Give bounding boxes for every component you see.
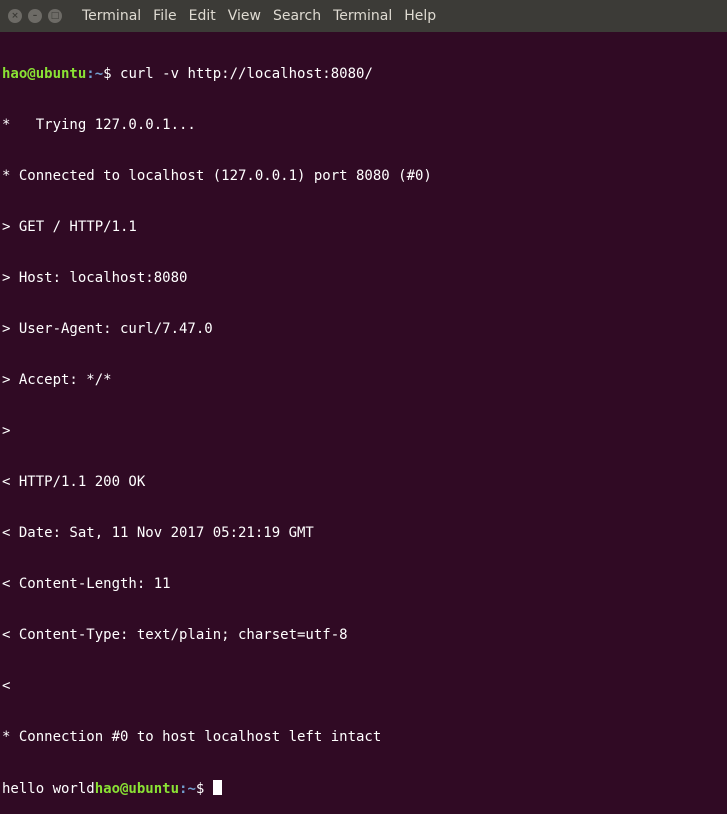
app-title-menu[interactable]: Terminal	[78, 8, 145, 24]
terminal-area[interactable]: hao@ubuntu:~$ curl -v http://localhost:8…	[0, 32, 727, 814]
menu-bar: Terminal File Edit View Search Terminal …	[78, 8, 444, 24]
output-line: > Accept: */*	[2, 372, 112, 388]
menu-search[interactable]: Search	[269, 8, 325, 24]
menu-help[interactable]: Help	[400, 8, 440, 24]
menu-edit[interactable]: Edit	[185, 8, 220, 24]
program-output: hello world	[2, 781, 95, 797]
output-line: < HTTP/1.1 200 OK	[2, 474, 146, 490]
prompt-path: :~	[179, 781, 196, 797]
menu-terminal[interactable]: Terminal	[329, 8, 396, 24]
output-line: >	[2, 423, 11, 439]
current-prompt-line: hello worldhao@ubuntu:~$	[2, 780, 727, 797]
output-line: * Connected to localhost (127.0.0.1) por…	[2, 168, 432, 184]
output-line: * Trying 127.0.0.1...	[2, 117, 196, 133]
prompt-symbol: $	[103, 66, 121, 82]
prompt-user: hao@ubuntu	[2, 66, 87, 82]
close-window-button[interactable]: ×	[8, 9, 22, 23]
menu-file[interactable]: File	[149, 8, 180, 24]
maximize-window-button[interactable]: □	[48, 9, 62, 23]
window-controls: × – □	[0, 9, 78, 23]
title-bar: × – □ Terminal File Edit View Search Ter…	[0, 0, 727, 32]
menu-view[interactable]: View	[224, 8, 265, 24]
output-line: < Content-Type: text/plain; charset=utf-…	[2, 627, 348, 643]
command-line: hao@ubuntu:~$ curl -v http://localhost:8…	[2, 66, 727, 83]
output-line: < Content-Length: 11	[2, 576, 171, 592]
output-line: > Host: localhost:8080	[2, 270, 188, 286]
command-text: curl -v http://localhost:8080/	[120, 66, 373, 82]
prompt-symbol: $	[195, 781, 213, 797]
output-line: > GET / HTTP/1.1	[2, 219, 137, 235]
prompt-user: hao@ubuntu	[94, 781, 180, 797]
output-line: < Date: Sat, 11 Nov 2017 05:21:19 GMT	[2, 525, 314, 541]
minimize-window-button[interactable]: –	[28, 9, 42, 23]
output-line: > User-Agent: curl/7.47.0	[2, 321, 213, 337]
output-line: * Connection #0 to host localhost left i…	[2, 729, 382, 745]
prompt-colon-path: :~	[86, 66, 104, 82]
text-cursor	[212, 780, 222, 795]
output-line: <	[2, 678, 11, 694]
